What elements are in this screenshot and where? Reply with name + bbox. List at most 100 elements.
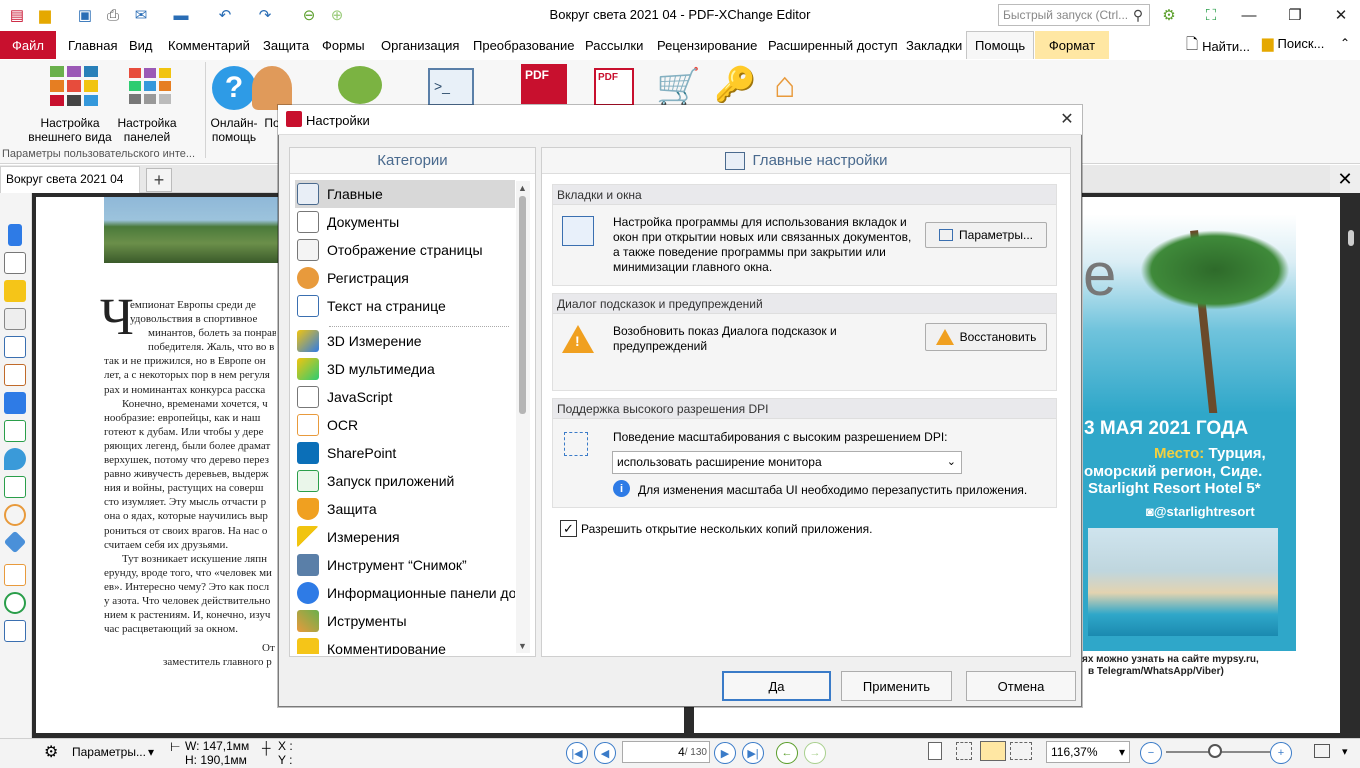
params-button[interactable]: Параметры... (925, 222, 1047, 248)
page-number-input[interactable]: 4/ 130 (622, 741, 710, 763)
fields-icon[interactable] (4, 420, 26, 442)
multi-instance-checkbox[interactable]: ✓ (560, 520, 577, 537)
location-icon[interactable] (4, 448, 26, 470)
category-snapshot[interactable]: Инструмент “Снимок” (295, 551, 515, 579)
scroll-down-icon[interactable]: ▼ (518, 641, 527, 651)
tab-view[interactable]: Вид (121, 31, 161, 59)
new-tab-button[interactable]: + (146, 168, 172, 192)
console-icon[interactable]: >_ (428, 68, 474, 106)
category-page-display[interactable]: Отображение страницы (295, 236, 515, 264)
restore-button[interactable]: Восстановить (925, 323, 1047, 351)
dialog-close-button[interactable]: ✕ (1056, 108, 1078, 130)
tab-help[interactable]: Помощь (966, 31, 1035, 59)
single-page-icon[interactable] (928, 742, 942, 760)
last-page-button[interactable]: ▶| (742, 742, 764, 764)
tab-file[interactable]: Файл (0, 31, 56, 59)
signature-icon[interactable] (4, 364, 26, 386)
layers-icon[interactable] (4, 392, 26, 414)
fullscreen-icon[interactable]: ⛶ (1200, 4, 1222, 26)
pdf-doc-icon[interactable]: PDF (594, 68, 634, 106)
category-general[interactable]: Главные (295, 180, 515, 208)
tab-mailings[interactable]: Рассылки (577, 31, 651, 59)
status-more-icon[interactable]: ▾ (1342, 745, 1348, 758)
facing-continuous-icon[interactable] (1010, 742, 1032, 760)
tab-bookmarks[interactable]: Закладки (898, 31, 970, 59)
restore-button[interactable]: ❐ (1272, 0, 1318, 30)
categories-scroll-thumb[interactable] (519, 196, 526, 414)
next-page-button[interactable]: ▶ (714, 742, 736, 764)
category-3d-multimedia[interactable]: 3D мультимедиа (295, 355, 515, 383)
tab-format[interactable]: Формат (1035, 31, 1109, 59)
pdf-icon[interactable]: PDF (521, 64, 567, 104)
categories-list[interactable]: Главные Документы Отображение страницы Р… (295, 180, 515, 654)
tab-organize[interactable]: Организация (373, 31, 467, 59)
zoom-in-button[interactable]: + (1270, 742, 1292, 764)
close-document-button[interactable]: ✕ (1330, 165, 1360, 193)
key-icon[interactable]: 🔑 (714, 66, 758, 106)
search-icon[interactable]: ⚲ (1128, 4, 1148, 26)
category-security[interactable]: Защита (295, 495, 515, 523)
panels-settings-button[interactable]: Настройка панелей (112, 62, 182, 144)
doc-scroll-thumb[interactable] (1348, 230, 1354, 246)
appearance-settings-button[interactable]: Настройка внешнего вида (22, 62, 118, 144)
close-window-button[interactable]: ✕ (1318, 0, 1360, 30)
category-info-panels[interactable]: Информационные панели до (295, 579, 515, 607)
bookmark-icon[interactable] (8, 224, 22, 246)
scroll-up-icon[interactable]: ▲ (518, 183, 527, 193)
dialog-title-bar[interactable] (278, 105, 1082, 135)
facing-icon[interactable] (980, 741, 1006, 761)
bug-report-icon[interactable] (338, 66, 382, 104)
category-page-text[interactable]: Текст на странице (295, 292, 515, 320)
category-tools[interactable]: Иструменты (295, 607, 515, 635)
category-commenting[interactable]: Комментирование (295, 635, 515, 654)
dpi-select[interactable]: использовать расширение монитора ⌄ (612, 451, 962, 474)
hotel-photo (1088, 528, 1278, 636)
tab-comment[interactable]: Комментарий (160, 31, 258, 59)
tab-protect[interactable]: Защита (255, 31, 317, 59)
tab-convert[interactable]: Преобразование (465, 31, 583, 59)
info-doc-icon[interactable] (4, 620, 26, 642)
apply-button[interactable]: Применить (841, 671, 952, 701)
category-3d-measure[interactable]: 3D Измерение (295, 327, 515, 355)
prev-view-button[interactable]: ← (776, 742, 798, 764)
ribbon-collapse-icon[interactable]: ⌃ (1340, 36, 1350, 50)
first-page-button[interactable]: |◀ (566, 742, 588, 764)
minimize-button[interactable]: — (1226, 0, 1272, 30)
document-icon[interactable] (4, 336, 26, 358)
link-icon[interactable] (4, 504, 26, 526)
prev-page-button[interactable]: ◀ (594, 742, 616, 764)
document-tab[interactable]: Вокруг света 2021 04 (0, 166, 140, 193)
search-button[interactable]: ▆ Поиск... (1262, 34, 1324, 52)
accessibility-icon[interactable] (4, 592, 26, 614)
cancel-button[interactable]: Отмена (966, 671, 1076, 701)
category-ocr[interactable]: OCR (295, 411, 515, 439)
category-documents[interactable]: Документы (295, 208, 515, 236)
continuous-icon[interactable] (956, 742, 972, 760)
status-params-button[interactable]: Параметры... (72, 745, 146, 759)
find-button[interactable]: 🗋 Найти... (1186, 34, 1250, 59)
attachment-icon[interactable] (4, 308, 26, 330)
pages-icon[interactable] (4, 252, 26, 274)
cart-icon[interactable]: 🛒 (656, 69, 702, 105)
dropdown-arrow-icon[interactable]: ▾ (148, 745, 154, 759)
compare-icon[interactable] (4, 564, 26, 586)
category-launch-apps[interactable]: Запуск приложений (295, 467, 515, 495)
category-sharepoint[interactable]: SharePoint (295, 439, 515, 467)
tab-home[interactable]: Главная (60, 31, 125, 59)
structure-icon[interactable] (4, 476, 26, 498)
category-javascript[interactable]: JavaScript (295, 383, 515, 411)
zoom-slider-thumb[interactable] (1208, 744, 1222, 758)
settings-gear-icon[interactable]: ⚙ (1158, 4, 1180, 26)
zoom-out-button[interactable]: − (1140, 742, 1162, 764)
tab-forms[interactable]: Формы (314, 31, 373, 59)
home-icon[interactable]: ⌂ (774, 66, 818, 106)
tab-review[interactable]: Рецензирование (649, 31, 765, 59)
ok-button[interactable]: Да (722, 671, 831, 701)
tab-share[interactable]: Расширенный доступ (760, 31, 906, 59)
category-measurements[interactable]: Измерения (295, 523, 515, 551)
comments-icon[interactable] (4, 280, 26, 302)
next-view-button[interactable]: → (804, 742, 826, 764)
fullscreen-status-icon[interactable] (1314, 744, 1330, 758)
category-registration[interactable]: Регистрация (295, 264, 515, 292)
zoom-select[interactable]: 116,37% ▾ (1046, 741, 1130, 763)
